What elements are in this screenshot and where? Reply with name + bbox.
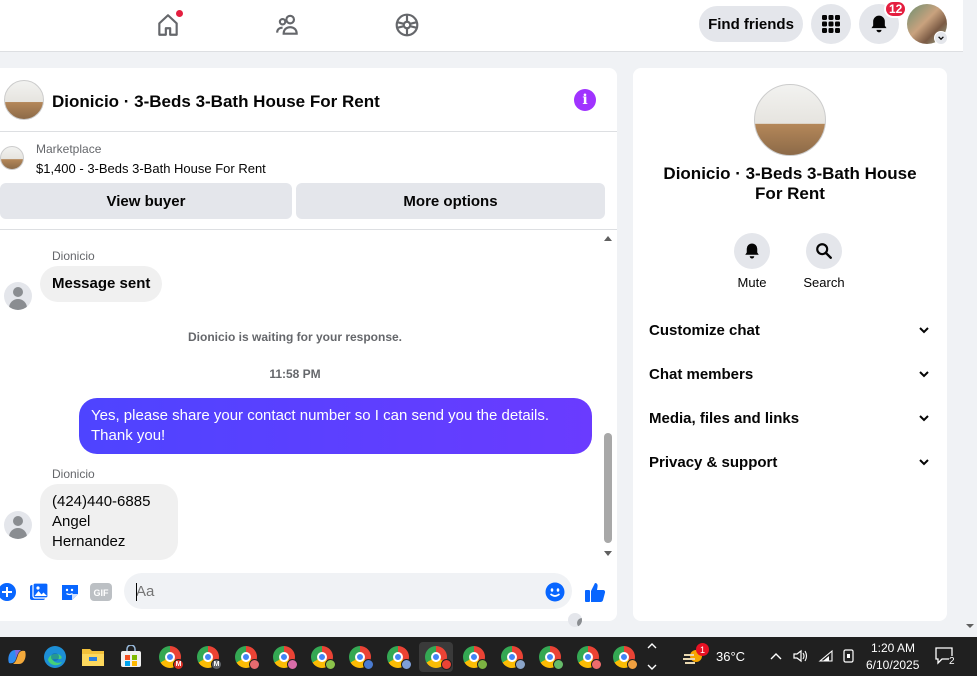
section-label: Media, files and links xyxy=(649,409,800,427)
weather-temperature[interactable]: 36°C xyxy=(716,649,745,664)
listing-description[interactable]: $1,400 - 3-Beds 3-Bath House For Rent xyxy=(36,161,266,176)
search-action[interactable]: Search xyxy=(788,233,860,290)
chrome-icon[interactable] xyxy=(459,642,489,672)
svg-text:GIF: GIF xyxy=(94,588,110,598)
listing-thumbnail-small xyxy=(0,146,24,170)
chrome-icon[interactable] xyxy=(231,642,261,672)
bell-icon xyxy=(871,15,887,33)
chrome-icon[interactable] xyxy=(419,642,453,672)
chrome-icon[interactable] xyxy=(609,642,639,672)
more-options-button[interactable]: More options xyxy=(296,183,605,219)
chrome-icon[interactable] xyxy=(269,642,299,672)
message-bubble: (424)440-6885 Angel Hernandez xyxy=(40,484,178,560)
clock-date[interactable]: 6/10/2025 xyxy=(866,658,919,672)
notification-count-badge: 12 xyxy=(884,0,908,18)
listing-photo[interactable] xyxy=(754,84,826,156)
emoji-icon[interactable] xyxy=(544,581,566,603)
home-icon[interactable] xyxy=(153,10,183,40)
chrome-icon[interactable] xyxy=(535,642,565,672)
mute-action[interactable]: Mute xyxy=(716,233,788,290)
mute-label: Mute xyxy=(737,275,767,290)
section-label: Customize chat xyxy=(649,321,760,339)
like-icon[interactable] xyxy=(584,581,606,603)
scroll-up-icon[interactable] xyxy=(601,233,615,243)
chevron-down-icon xyxy=(919,415,929,422)
scroll-down-icon[interactable] xyxy=(601,549,615,559)
system-notice: Dionicio is waiting for your response. xyxy=(187,330,403,344)
page-scrollbar[interactable] xyxy=(963,0,977,637)
find-friends-button[interactable]: Find friends xyxy=(699,6,803,42)
message-bubble: Message sent xyxy=(40,266,163,302)
chevron-down-icon xyxy=(919,327,929,334)
volume-icon[interactable] xyxy=(792,648,808,669)
chat-title[interactable]: Dionicio · 3-Beds 3-Bath House For Rent xyxy=(52,92,380,112)
info-title: Dionicio · 3-Beds 3-Bath House For Rent xyxy=(663,164,917,203)
read-receipt-avatar xyxy=(568,613,582,627)
contact-phone[interactable]: (424)440-6885 xyxy=(52,492,166,512)
microsoft-store-icon[interactable] xyxy=(116,642,146,672)
copilot-icon[interactable] xyxy=(2,642,32,672)
chevron-down-icon xyxy=(919,371,929,378)
outgoing-message-bubble: Yes, please share your contact number so… xyxy=(79,398,592,454)
plus-icon[interactable] xyxy=(0,581,18,603)
taskbar-overflow-arrows[interactable] xyxy=(646,640,658,673)
grid-icon xyxy=(822,15,840,33)
listing-thumbnail[interactable] xyxy=(4,80,44,120)
sender-avatar[interactable] xyxy=(4,511,32,539)
clock-time[interactable]: 1:20 AM xyxy=(871,641,915,655)
section-label: Chat members xyxy=(649,365,754,383)
sticker-icon[interactable] xyxy=(59,581,81,603)
message-input[interactable] xyxy=(124,573,572,609)
chrome-icon[interactable] xyxy=(573,642,603,672)
marketplace-listing: Marketplace $1,400 - 3-Beds 3-Bath House… xyxy=(0,133,617,230)
chat-panel: Dionicio · 3-Beds 3-Bath House For Rent … xyxy=(0,68,617,627)
menu-grid-button[interactable] xyxy=(811,4,851,44)
sender-avatar[interactable] xyxy=(4,282,32,310)
top-navigation: Find friends 12 xyxy=(0,0,963,52)
gaming-icon[interactable] xyxy=(392,10,422,40)
wifi-icon[interactable] xyxy=(818,648,834,669)
message-sender: Dionicio xyxy=(52,249,95,263)
view-buyer-button[interactable]: View buyer xyxy=(0,183,292,219)
search-label: Search xyxy=(803,275,845,290)
chrome-icon[interactable] xyxy=(383,642,413,672)
chrome-icon[interactable]: M xyxy=(155,642,185,672)
media-files-links-section[interactable]: Media, files and links xyxy=(649,400,931,436)
privacy-support-section[interactable]: Privacy & support xyxy=(649,444,931,480)
marketplace-label: Marketplace xyxy=(36,142,102,156)
message-list: Dionicio Message sent Dionicio is waitin… xyxy=(0,231,617,627)
photo-icon[interactable] xyxy=(28,581,50,603)
chevron-down-icon xyxy=(919,459,929,466)
message-sender: Dionicio xyxy=(52,467,95,481)
chevron-down-icon[interactable] xyxy=(934,31,948,45)
section-label: Privacy & support xyxy=(649,453,778,471)
search-icon[interactable] xyxy=(806,233,842,269)
notification-center-count: 2 xyxy=(949,656,955,667)
home-notification-dot xyxy=(176,10,183,17)
friends-icon[interactable] xyxy=(273,10,303,40)
windows-taskbar: M M 1 36°C 1:20 AM 6/10/2025 2 xyxy=(0,637,977,676)
chat-members-section[interactable]: Chat members xyxy=(649,356,931,392)
customize-chat-section[interactable]: Customize chat xyxy=(649,312,931,348)
message-timestamp: 11:58 PM xyxy=(269,367,321,381)
battery-icon[interactable] xyxy=(842,648,856,669)
weather-badge: 1 xyxy=(696,643,709,656)
messages-scrollbar[interactable] xyxy=(601,231,615,563)
chevron-up-icon[interactable] xyxy=(768,649,784,668)
chrome-icon[interactable]: M xyxy=(193,642,223,672)
edge-icon[interactable] xyxy=(40,642,70,672)
info-icon[interactable]: i xyxy=(574,89,596,111)
file-explorer-icon[interactable] xyxy=(78,642,108,672)
chrome-icon[interactable] xyxy=(307,642,337,672)
gif-icon[interactable]: GIF xyxy=(90,581,112,603)
conversation-info-panel: Dionicio · 3-Beds 3-Bath House For Rent … xyxy=(633,68,947,621)
contact-name: Angel Hernandez xyxy=(52,513,126,550)
message-composer: GIF xyxy=(0,570,617,614)
chrome-icon[interactable] xyxy=(345,642,375,672)
text-caret xyxy=(136,583,137,601)
bell-icon[interactable] xyxy=(734,233,770,269)
chat-header: Dionicio · 3-Beds 3-Bath House For Rent … xyxy=(0,68,617,132)
scroll-thumb[interactable] xyxy=(604,433,612,543)
chrome-icon[interactable] xyxy=(497,642,527,672)
